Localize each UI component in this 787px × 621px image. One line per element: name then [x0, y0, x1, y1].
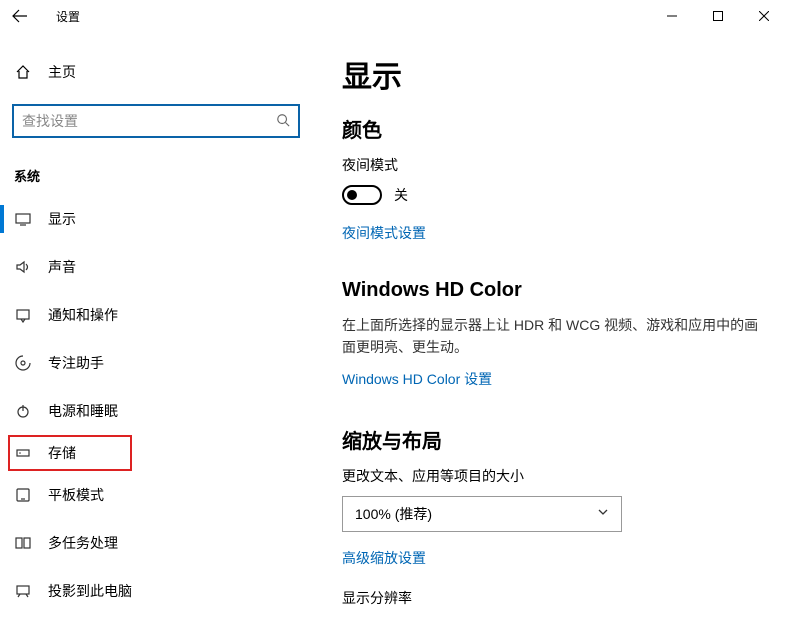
projecting-icon: [14, 583, 32, 599]
sidebar-item-storage[interactable]: 存储: [8, 435, 132, 471]
page-heading: 显示: [342, 52, 767, 96]
sidebar-item-multitasking[interactable]: 多任务处理: [0, 519, 312, 567]
color-heading: 颜色: [342, 114, 767, 143]
resolution-label: 显示分辨率: [342, 588, 767, 608]
home-icon: [14, 64, 32, 80]
storage-icon: [14, 445, 32, 461]
sidebar-item-tablet-mode[interactable]: 平板模式: [0, 471, 312, 519]
night-mode-toggle-row: 关: [342, 185, 767, 205]
maximize-icon: [713, 11, 723, 21]
advanced-scale-link[interactable]: 高级缩放设置: [342, 548, 767, 568]
close-icon: [759, 11, 769, 21]
sidebar-item-sound[interactable]: 声音: [0, 243, 312, 291]
tablet-icon: [14, 487, 32, 503]
display-icon: [14, 211, 32, 227]
scale-label: 更改文本、应用等项目的大小: [342, 466, 767, 486]
window-controls: [649, 0, 787, 32]
sidebar-item-label: 显示: [48, 209, 76, 229]
window-title: 设置: [56, 8, 80, 25]
search-input[interactable]: [22, 113, 276, 129]
minimize-icon: [667, 11, 677, 21]
sidebar-section-label: 系统: [14, 166, 312, 185]
scale-dropdown[interactable]: 100% (推荐): [342, 496, 622, 532]
scale-heading: 缩放与布局: [342, 425, 767, 454]
sidebar-item-label: 存储: [48, 443, 76, 463]
sidebar-home-label: 主页: [48, 62, 76, 82]
night-mode-settings-link[interactable]: 夜间模式设置: [342, 223, 767, 243]
minimize-button[interactable]: [649, 0, 695, 32]
content-panel: 显示 颜色 夜间模式 关 夜间模式设置 Windows HD Color 在上面…: [312, 32, 787, 621]
sidebar-home[interactable]: 主页: [0, 52, 312, 92]
sidebar-item-display[interactable]: 显示: [0, 195, 312, 243]
back-button[interactable]: [0, 0, 40, 32]
sidebar-item-label: 多任务处理: [48, 533, 118, 553]
close-button[interactable]: [741, 0, 787, 32]
night-mode-state: 关: [394, 185, 408, 205]
maximize-button[interactable]: [695, 0, 741, 32]
chevron-down-icon: [597, 506, 609, 521]
sidebar-item-label: 投影到此电脑: [48, 581, 132, 601]
sidebar-item-label: 电源和睡眠: [48, 401, 118, 421]
sidebar-item-label: 平板模式: [48, 485, 104, 505]
toggle-knob: [347, 190, 357, 200]
sidebar-item-label: 专注助手: [48, 353, 104, 373]
search-box[interactable]: [12, 104, 300, 138]
night-mode-toggle[interactable]: [342, 185, 382, 205]
night-mode-label: 夜间模式: [342, 155, 767, 175]
sidebar-item-projecting[interactable]: 投影到此电脑: [0, 567, 312, 615]
sound-icon: [14, 259, 32, 275]
sidebar-item-notifications[interactable]: 通知和操作: [0, 291, 312, 339]
power-icon: [14, 403, 32, 419]
search-icon: [276, 113, 290, 130]
scale-dropdown-value: 100% (推荐): [355, 504, 432, 524]
notifications-icon: [14, 307, 32, 323]
hdcolor-heading: Windows HD Color: [342, 279, 767, 302]
hdcolor-settings-link[interactable]: Windows HD Color 设置: [342, 369, 767, 389]
focus-assist-icon: [14, 355, 32, 371]
sidebar-item-focus-assist[interactable]: 专注助手: [0, 339, 312, 387]
sidebar-item-label: 通知和操作: [48, 305, 118, 325]
multitasking-icon: [14, 535, 32, 551]
sidebar: 主页 系统 显示 声音 通知和操作: [0, 32, 312, 621]
back-arrow-icon: [12, 8, 28, 24]
hdcolor-description: 在上面所选择的显示器上让 HDR 和 WCG 视频、游戏和应用中的画面更明亮、更…: [342, 314, 767, 359]
titlebar: 设置: [0, 0, 787, 32]
sidebar-item-power-sleep[interactable]: 电源和睡眠: [0, 387, 312, 435]
sidebar-item-label: 声音: [48, 257, 76, 277]
